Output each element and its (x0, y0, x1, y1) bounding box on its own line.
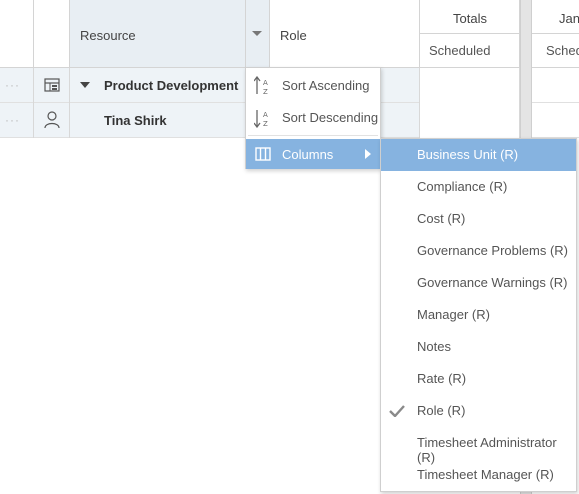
column-option-label: Timesheet Manager (R) (417, 467, 554, 482)
chevron-right-icon (365, 149, 371, 159)
sort-ascending-menu-item[interactable]: A Z Sort Ascending (246, 70, 380, 102)
month-header-label: Jan (559, 11, 579, 26)
column-option-compliance[interactable]: Compliance (R) (381, 171, 576, 203)
org-chart-icon (44, 78, 60, 92)
columns-submenu: Business Unit (R) Compliance (R) Cost (R… (380, 138, 577, 492)
resource-column-menu-button[interactable] (246, 0, 270, 68)
column-option-label: Manager (R) (417, 307, 490, 322)
sort-descending-menu-item[interactable]: A Z Sort Descending (246, 102, 380, 134)
svg-text:Z: Z (263, 88, 268, 96)
column-option-business-unit[interactable]: Business Unit (R) (381, 139, 576, 171)
expand-caret-icon[interactable] (80, 82, 90, 88)
svg-text:Z: Z (263, 120, 268, 128)
column-option-label: Business Unit (R) (417, 147, 519, 162)
column-option-notes[interactable]: Notes (381, 331, 576, 363)
column-context-menu: A Z Sort Ascending A Z Sort Descending C… (245, 67, 381, 169)
scheduled-column-header[interactable]: Scheduled (420, 34, 520, 68)
resource-column-header[interactable]: Resource (70, 0, 246, 68)
row-type-cell (34, 68, 70, 103)
column-option-label: Governance Problems (R) (417, 243, 568, 258)
scheduled-header-label: Scheduled (429, 43, 491, 58)
scheduled-cell (420, 103, 520, 138)
svg-text:A: A (263, 111, 268, 119)
column-option-cost[interactable]: Cost (R) (381, 203, 576, 235)
resource-name: Product Development (104, 78, 239, 93)
month-column-header: Jan (532, 0, 579, 34)
column-option-label: Cost (R) (417, 211, 466, 226)
totals-header-label: Totals (453, 11, 487, 26)
person-icon (44, 111, 60, 129)
column-option-label: Rate (R) (417, 371, 467, 386)
sort-ascending-label: Sort Ascending (282, 78, 370, 93)
role-column-header[interactable]: Role (270, 0, 420, 68)
sort-descending-icon: A Z (254, 110, 268, 128)
column-option-timesheet-administrator[interactable]: Timesheet Administrator (R) (381, 427, 576, 465)
month-cell (532, 103, 579, 138)
row-actions-cell[interactable]: ··· (0, 103, 34, 138)
more-dots-icon[interactable]: ··· (5, 78, 20, 92)
row-actions-cell[interactable]: ··· (0, 68, 34, 103)
column-option-rate[interactable]: Rate (R) (381, 363, 576, 395)
column-option-manager[interactable]: Manager (R) (381, 299, 576, 331)
resource-name: Tina Shirk (104, 113, 167, 128)
column-option-timesheet-manager[interactable]: Timesheet Manager (R) (381, 459, 576, 491)
columns-menu-item[interactable]: Columns (246, 139, 380, 169)
resource-cell[interactable]: Tina Shirk (70, 103, 246, 138)
column-option-label: Governance Warnings (R) (417, 275, 568, 290)
resource-header-label: Resource (80, 28, 136, 43)
columns-label: Columns (282, 147, 334, 162)
month-scheduled-header[interactable]: Sched (532, 34, 579, 68)
svg-text:A: A (263, 79, 268, 87)
role-header-label: Role (280, 28, 307, 43)
month-scheduled-label: Sched (546, 43, 579, 58)
row-type-cell (34, 103, 70, 138)
month-cell (532, 68, 579, 103)
column-option-governance-warnings[interactable]: Governance Warnings (R) (381, 267, 576, 299)
menu-divider (248, 135, 378, 136)
resource-cell[interactable]: Product Development (70, 68, 246, 103)
caret-down-icon (252, 31, 262, 36)
column-option-role[interactable]: Role (R) (381, 395, 576, 427)
row-actions-header (0, 0, 34, 68)
scheduled-cell (420, 68, 520, 103)
column-option-governance-problems[interactable]: Governance Problems (R) (381, 235, 576, 267)
column-option-label: Role (R) (417, 403, 466, 418)
columns-icon (255, 147, 271, 161)
sort-ascending-icon: A Z (254, 76, 268, 96)
column-option-label: Compliance (R) (417, 179, 508, 194)
totals-column-header: Totals (420, 0, 520, 34)
row-type-header (34, 0, 70, 68)
more-dots-icon[interactable]: ··· (5, 113, 20, 127)
sort-descending-label: Sort Descending (282, 110, 379, 125)
column-option-label: Notes (417, 339, 451, 354)
checkmark-icon (389, 405, 405, 417)
